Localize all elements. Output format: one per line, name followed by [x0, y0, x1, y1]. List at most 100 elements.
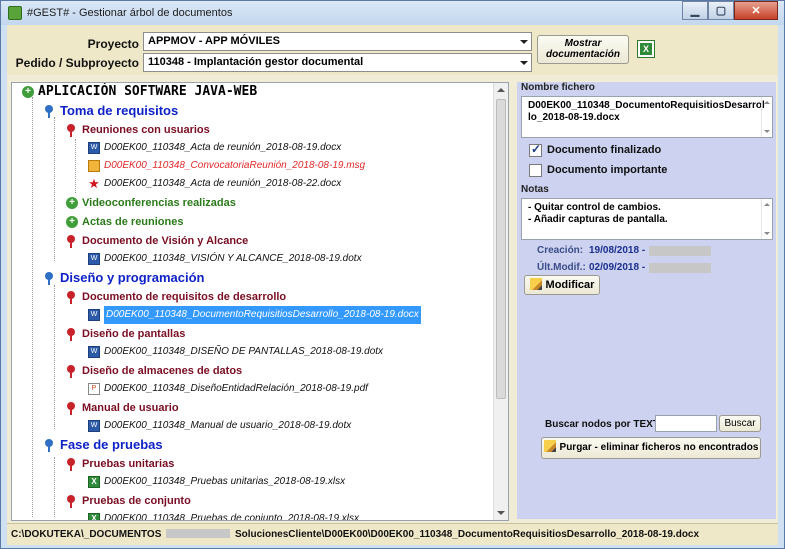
- pin-icon: [66, 291, 78, 304]
- tree-scrollbar[interactable]: [493, 83, 508, 520]
- modificacion-label: Últ.Modif.:: [537, 262, 586, 273]
- word-file-icon: W: [88, 346, 100, 358]
- tree-node-label: Documento de Visión y Alcance: [82, 235, 249, 247]
- scroll-up-icon[interactable]: [497, 88, 505, 92]
- tree-file-label: D00EK00_110348_Pruebas unitarias_2018-08…: [104, 476, 346, 487]
- tree-node-label: APLICACIÓN SOFTWARE JAVA-WEB: [38, 84, 258, 99]
- star-icon: ★: [88, 176, 100, 191]
- mostrar-documentacion-button[interactable]: Mostrar documentación: [537, 35, 629, 64]
- tree-node-label: Actas de reuniones: [82, 216, 184, 228]
- nombre-fichero-value: D00EK00_110348_DocumentoRequisitiosDesar…: [528, 100, 765, 123]
- window-title: #GEST# - Gestionar árbol de documentos: [27, 7, 233, 19]
- pin-icon: [66, 402, 78, 415]
- modificar-button[interactable]: Modificar: [524, 275, 600, 295]
- word-file-icon: W: [88, 420, 100, 432]
- tree-node-label: Pruebas de conjunto: [82, 495, 191, 507]
- pin-icon: [44, 105, 56, 118]
- tree-file-label: D00EK00_110348_DocumentoRequisitiosDesar…: [104, 306, 421, 324]
- document-tree[interactable]: + APLICACIÓN SOFTWARE JAVA-WEB Toma de r…: [11, 82, 509, 521]
- tree-node-label: Documento de requisitos de desarrollo: [82, 291, 287, 303]
- tree-file-label: D00EK00_110348_Acta de reunión_2018-08-2…: [104, 178, 342, 189]
- tree-node-label: Reuniones con usuarios: [82, 124, 210, 136]
- pdf-file-icon: P: [88, 383, 100, 395]
- scroll-thumb[interactable]: [496, 99, 506, 399]
- redacted-text: [649, 263, 711, 273]
- documento-finalizado-label: Documento finalizado: [547, 144, 662, 156]
- proyecto-value: APPMOV - APP MÓVILES: [148, 35, 281, 47]
- minimize-button[interactable]: ▁: [682, 1, 708, 20]
- buscar-label: Buscar nodos por TEXT: [545, 419, 659, 430]
- proyecto-label: Proyecto: [87, 37, 139, 51]
- proyecto-select[interactable]: APPMOV - APP MÓVILES: [143, 32, 532, 51]
- mail-file-icon: [88, 160, 100, 172]
- pin-icon: [44, 272, 56, 285]
- buscar-input[interactable]: [655, 415, 717, 432]
- creacion-label: Creación:: [537, 245, 584, 256]
- tree-node-label: Diseño y programación: [60, 270, 205, 285]
- nota-line: - Quitar control de cambios.: [528, 202, 661, 213]
- documento-importante-checkbox[interactable]: [529, 164, 542, 177]
- app-window: #GEST# - Gestionar árbol de documentos ▁…: [0, 0, 785, 549]
- notas-label: Notas: [521, 184, 549, 195]
- documento-importante-label: Documento importante: [547, 164, 668, 176]
- close-button[interactable]: ✕: [734, 1, 778, 20]
- pin-icon: [66, 458, 78, 471]
- tree-node-label: Toma de requisitos: [60, 103, 179, 118]
- purgar-label: Purgar - eliminar ficheros no encontrado…: [559, 442, 759, 453]
- pencil-icon: [529, 278, 542, 290]
- status-path-suffix: SolucionesCliente\D00EK00\D00EK00_110348…: [234, 529, 700, 540]
- tree-node-label: Diseño de almacenes de datos: [82, 365, 243, 377]
- word-file-icon: W: [88, 142, 100, 154]
- tree-file-label: D00EK00_110348_Manual de usuario_2018-08…: [104, 420, 352, 431]
- nombre-fichero-field[interactable]: D00EK00_110348_DocumentoRequisitiosDesar…: [521, 96, 773, 138]
- word-file-icon: W: [88, 253, 100, 265]
- title-bar: #GEST# - Gestionar árbol de documentos ▁…: [1, 1, 784, 25]
- scroll-down-icon[interactable]: [497, 511, 505, 515]
- tree-file-label: D00EK00_110348_VISIÓN Y ALCANCE_2018-08-…: [104, 253, 362, 264]
- pedido-label: Pedido / Subproyecto: [15, 56, 139, 70]
- status-path-prefix: C:\DOKUTEKA\_DOCUMENTOS: [11, 529, 162, 540]
- tree-file-label: D00EK00_110348_Pruebas de conjunto_2018-…: [104, 513, 360, 521]
- word-file-icon: W: [88, 309, 100, 321]
- pin-icon: [66, 328, 78, 341]
- redacted-text: [166, 529, 231, 538]
- pin-icon: [66, 124, 78, 137]
- expand-plus-icon: +: [66, 197, 78, 209]
- tree-file-label: D00EK00_110348_DISEÑO DE PANTALLAS_2018-…: [104, 346, 384, 357]
- pin-icon: [66, 235, 78, 248]
- export-excel-button[interactable]: X: [637, 40, 655, 58]
- client-area: Proyecto APPMOV - APP MÓVILES Pedido / S…: [7, 25, 778, 545]
- modificar-label: Modificar: [545, 279, 595, 291]
- expand-plus-icon: +: [22, 86, 34, 98]
- chevron-down-icon: [520, 61, 528, 65]
- excel-file-icon: X: [88, 513, 100, 520]
- tree-node-label: Manual de usuario: [82, 402, 179, 414]
- tree-node-label: Videoconferencias realizadas: [82, 197, 236, 209]
- pedido-value: 110348 - Implantación gestor documental: [148, 56, 364, 68]
- status-path: C:\DOKUTEKA\_DOCUMENTOS SolucionesClient…: [11, 529, 699, 540]
- pin-icon: [44, 439, 56, 452]
- app-icon: [8, 6, 22, 20]
- details-panel: Nombre fichero D00EK00_110348_DocumentoR…: [517, 82, 776, 519]
- excel-file-icon: X: [88, 476, 100, 488]
- status-bar: C:\DOKUTEKA\_DOCUMENTOS SolucionesClient…: [7, 523, 778, 545]
- chevron-down-icon: [520, 40, 528, 44]
- tree-node-label: Pruebas unitarias: [82, 458, 175, 470]
- purgar-button[interactable]: Purgar - eliminar ficheros no encontrado…: [541, 437, 761, 459]
- notas-field[interactable]: - Quitar control de cambios. - Añadir ca…: [521, 198, 773, 240]
- documento-finalizado-checkbox[interactable]: [529, 142, 542, 157]
- expand-plus-icon: +: [66, 216, 78, 228]
- redacted-text: [649, 246, 711, 256]
- pin-icon: [66, 495, 78, 508]
- modificacion-value: 02/09/2018 -: [589, 262, 646, 273]
- buscar-button[interactable]: Buscar: [719, 415, 761, 432]
- nombre-fichero-label: Nombre fichero: [521, 82, 595, 93]
- pencil-icon: [543, 440, 556, 452]
- nota-line: - Añadir capturas de pantalla.: [528, 214, 668, 225]
- header-panel: Proyecto APPMOV - APP MÓVILES Pedido / S…: [7, 25, 778, 75]
- maximize-button[interactable]: ▢: [708, 1, 734, 20]
- tree-file-label: D00EK00_110348_ConvocatoriaReunión_2018-…: [104, 160, 366, 171]
- tree-file-label: D00EK00_110348_Acta de reunión_2018-08-1…: [104, 142, 342, 153]
- tree-file-label: D00EK00_110348_DiseñoEntidadRelación_201…: [104, 383, 368, 394]
- pedido-select[interactable]: 110348 - Implantación gestor documental: [143, 53, 532, 72]
